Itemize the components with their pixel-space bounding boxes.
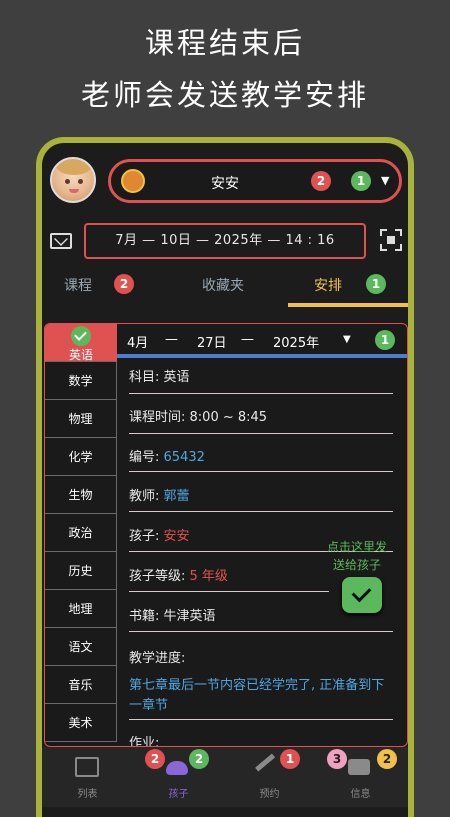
subject-item-math[interactable]: 数学: [45, 362, 117, 400]
tab-courses[interactable]: 课程: [64, 275, 92, 295]
subject-item-geography[interactable]: 地理: [45, 590, 117, 628]
nav-list[interactable]: 列表: [42, 747, 133, 807]
subject-item-music[interactable]: 音乐: [45, 666, 117, 704]
notification-badge-green: 1: [351, 171, 371, 191]
subject-item-chinese[interactable]: 语文: [45, 628, 117, 666]
detail-subject: 科目: 英语: [129, 358, 393, 394]
detail-progress-label: 教学进度:: [129, 651, 186, 666]
tab-schedule[interactable]: 安排: [314, 275, 342, 295]
nav-children[interactable]: 2 2 孩子: [133, 747, 224, 807]
schedule-panel: 英语 数学 物理 化学 生物 政治 历史 地理 语文 音乐 美术 4月 — 27…: [44, 323, 408, 747]
tab-schedule-badge: 1: [366, 274, 386, 294]
scan-qr-icon[interactable]: [380, 229, 402, 251]
phone-frame: 安安 2 1 ▼ 7月 — 10日 — 2025年 — 14 : 16 课程 2…: [36, 137, 414, 817]
promo-line-1: 课程结束后: [144, 26, 305, 60]
promo-line-2: 老师会发送教学安排: [80, 78, 369, 112]
detail-grade: 孩子等级: 5 年级: [129, 552, 329, 592]
subject-item-english[interactable]: 英语: [45, 324, 117, 362]
tab-underline: [288, 303, 408, 307]
subject-item-biology[interactable]: 生物: [45, 476, 117, 514]
check-icon: [71, 326, 91, 346]
detail-homework: 作业:: [129, 736, 160, 747]
date-year: 2025年: [273, 336, 320, 351]
date-selector[interactable]: 4月 — 27日 — 2025年 ▼ 1: [117, 324, 407, 358]
send-to-child-button[interactable]: [342, 577, 382, 613]
nav-booking[interactable]: 1 预约: [224, 747, 315, 807]
nav-messages-badge-yellow: 2: [377, 749, 397, 769]
tab-bar: 课程 2 收藏夹 安排 1: [42, 265, 408, 309]
subject-item-history[interactable]: 历史: [45, 552, 117, 590]
people-icon: [166, 761, 188, 775]
message-icon: [348, 759, 370, 775]
chevron-down-icon: ▼: [343, 334, 351, 345]
promo-banner: 课程结束后 老师会发送教学安排: [0, 0, 450, 135]
nav-children-badge-green: 2: [189, 749, 209, 769]
subject-item-art[interactable]: 美术: [45, 704, 117, 742]
subject-item-chemistry[interactable]: 化学: [45, 438, 117, 476]
nav-booking-badge: 1: [280, 749, 300, 769]
date-month: 4月: [127, 336, 149, 351]
child-selector[interactable]: 安安 2 1 ▼: [108, 159, 402, 203]
date-sep-1: —: [165, 332, 178, 347]
list-icon: [75, 757, 99, 777]
nav-children-badge-red: 2: [145, 749, 165, 769]
detail-time: 课程时间: 8:00 ~ 8:45: [129, 394, 393, 434]
detail-number: 编号: 65432: [129, 434, 393, 472]
subject-list: 英语 数学 物理 化学 生物 政治 历史 地理 语文 音乐 美术: [45, 324, 117, 746]
teacher-link[interactable]: 郭蕾: [164, 489, 190, 504]
basketball-icon: [121, 169, 145, 193]
nav-messages-badge-pink: 3: [327, 749, 347, 769]
gavel-icon: [255, 753, 281, 779]
notification-badge-red: 2: [311, 171, 331, 191]
tab-courses-badge: 2: [114, 274, 134, 294]
subject-item-physics[interactable]: 物理: [45, 400, 117, 438]
send-hint: 点击这里发送给孩子: [326, 540, 387, 572]
date-badge: 1: [375, 330, 395, 350]
date-sep-2: —: [241, 332, 254, 347]
tab-favorites[interactable]: 收藏夹: [202, 275, 244, 295]
chevron-down-icon: ▼: [381, 174, 390, 187]
avatar[interactable]: [50, 157, 96, 203]
bottom-nav: 列表 2 2 孩子 1 预约 3 2 信息: [42, 747, 408, 807]
child-name: 安安: [211, 176, 239, 192]
mail-icon[interactable]: [50, 233, 72, 249]
date-day: 27日: [197, 336, 227, 351]
nav-messages[interactable]: 3 2 信息: [315, 747, 406, 807]
detail-teacher: 教师: 郭蕾: [129, 472, 393, 512]
app-screen: 安安 2 1 ▼ 7月 — 10日 — 2025年 — 14 : 16 课程 2…: [42, 143, 408, 807]
subject-item-politics[interactable]: 政治: [45, 514, 117, 552]
detail-progress-text: 第七章最后一节内容已经学完了, 正准备到下一章节: [129, 672, 393, 720]
datetime-display[interactable]: 7月 — 10日 — 2025年 — 14 : 16: [84, 223, 366, 259]
